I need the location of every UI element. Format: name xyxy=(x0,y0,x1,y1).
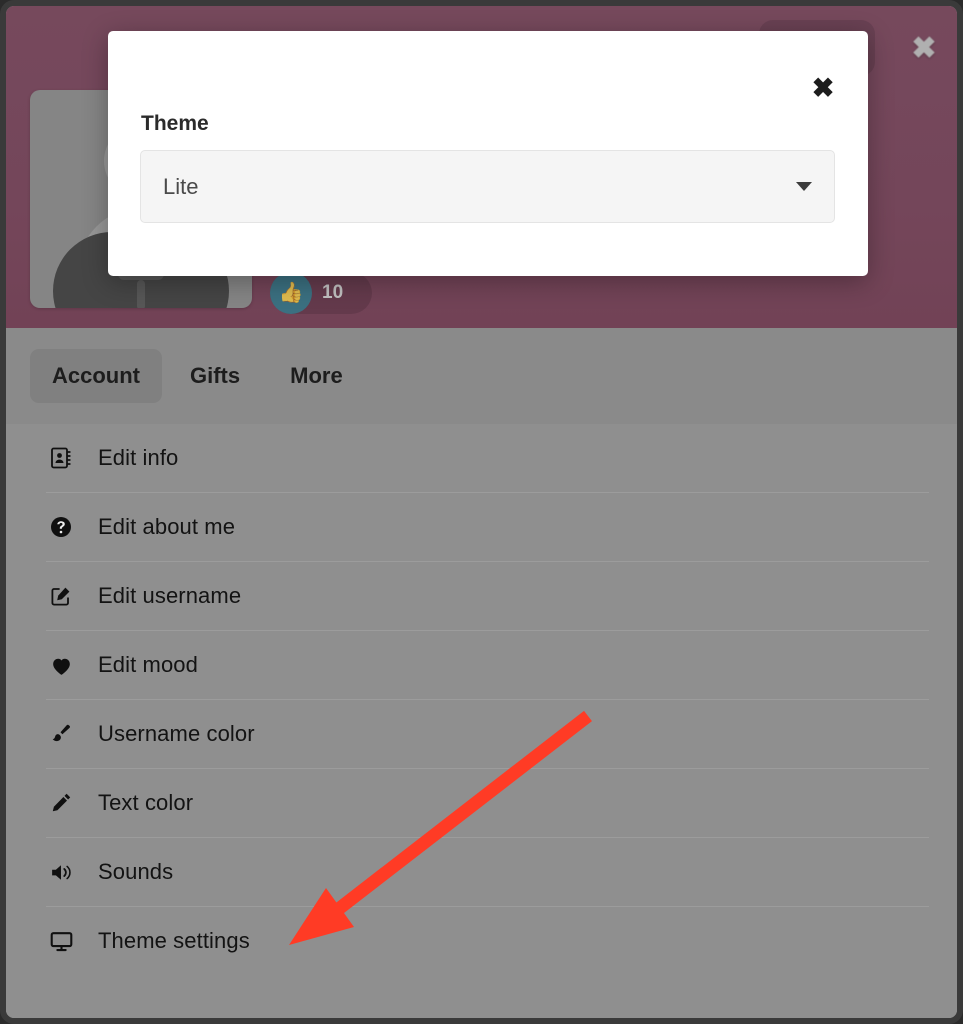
app-window: ✖ 👍 10 Account Gifts More Edit info Edit… xyxy=(0,0,963,1024)
list-item-label: Edit about me xyxy=(98,514,236,539)
list-item-label: Edit username xyxy=(98,583,242,608)
tab-gifts[interactable]: Gifts xyxy=(168,349,262,403)
list-item-label: Edit info xyxy=(98,445,179,470)
camera-stem-shape xyxy=(137,280,145,308)
list-item-sounds[interactable]: Sounds xyxy=(46,838,929,907)
theme-select[interactable]: Lite xyxy=(140,150,835,223)
question-circle-icon xyxy=(46,512,76,542)
tab-bar: Account Gifts More xyxy=(6,328,957,424)
list-item-username-color[interactable]: Username color xyxy=(46,700,929,769)
tab-more[interactable]: More xyxy=(268,349,365,403)
heart-icon xyxy=(46,650,76,680)
like-badge[interactable]: 👍 10 xyxy=(270,272,372,314)
list-item-label: Username color xyxy=(98,721,255,746)
settings-list: Edit info Edit about me Edit username Ed… xyxy=(6,424,957,1018)
address-book-icon xyxy=(46,443,76,473)
list-item-theme-settings[interactable]: Theme settings xyxy=(46,907,929,975)
like-count: 10 xyxy=(322,282,344,303)
list-item-edit-about-me[interactable]: Edit about me xyxy=(46,493,929,562)
pencil-square-icon xyxy=(46,581,76,611)
settings-panel: Account Gifts More Edit info Edit about … xyxy=(6,328,957,1018)
chevron-down-icon xyxy=(796,182,812,191)
close-icon[interactable]: ✖ xyxy=(903,28,945,70)
list-item-label: Sounds xyxy=(98,859,174,884)
theme-label: Theme xyxy=(141,112,209,135)
paint-brush-icon xyxy=(46,719,76,749)
list-item-label: Theme settings xyxy=(98,928,250,953)
volume-icon xyxy=(46,857,76,887)
close-icon[interactable]: ✖ xyxy=(806,71,840,105)
theme-select-value: Lite xyxy=(163,173,199,199)
list-item-edit-info[interactable]: Edit info xyxy=(46,424,929,493)
pencil-icon xyxy=(46,788,76,818)
list-item-edit-username[interactable]: Edit username xyxy=(46,562,929,631)
monitor-icon xyxy=(46,926,76,956)
list-item-label: Edit mood xyxy=(98,652,198,677)
tab-account[interactable]: Account xyxy=(30,349,162,403)
list-item-text-color[interactable]: Text color xyxy=(46,769,929,838)
list-item-edit-mood[interactable]: Edit mood xyxy=(46,631,929,700)
theme-settings-modal: ✖ Theme Lite xyxy=(108,31,868,276)
list-item-label: Text color xyxy=(98,790,194,815)
thumbs-up-icon: 👍 xyxy=(270,272,312,314)
